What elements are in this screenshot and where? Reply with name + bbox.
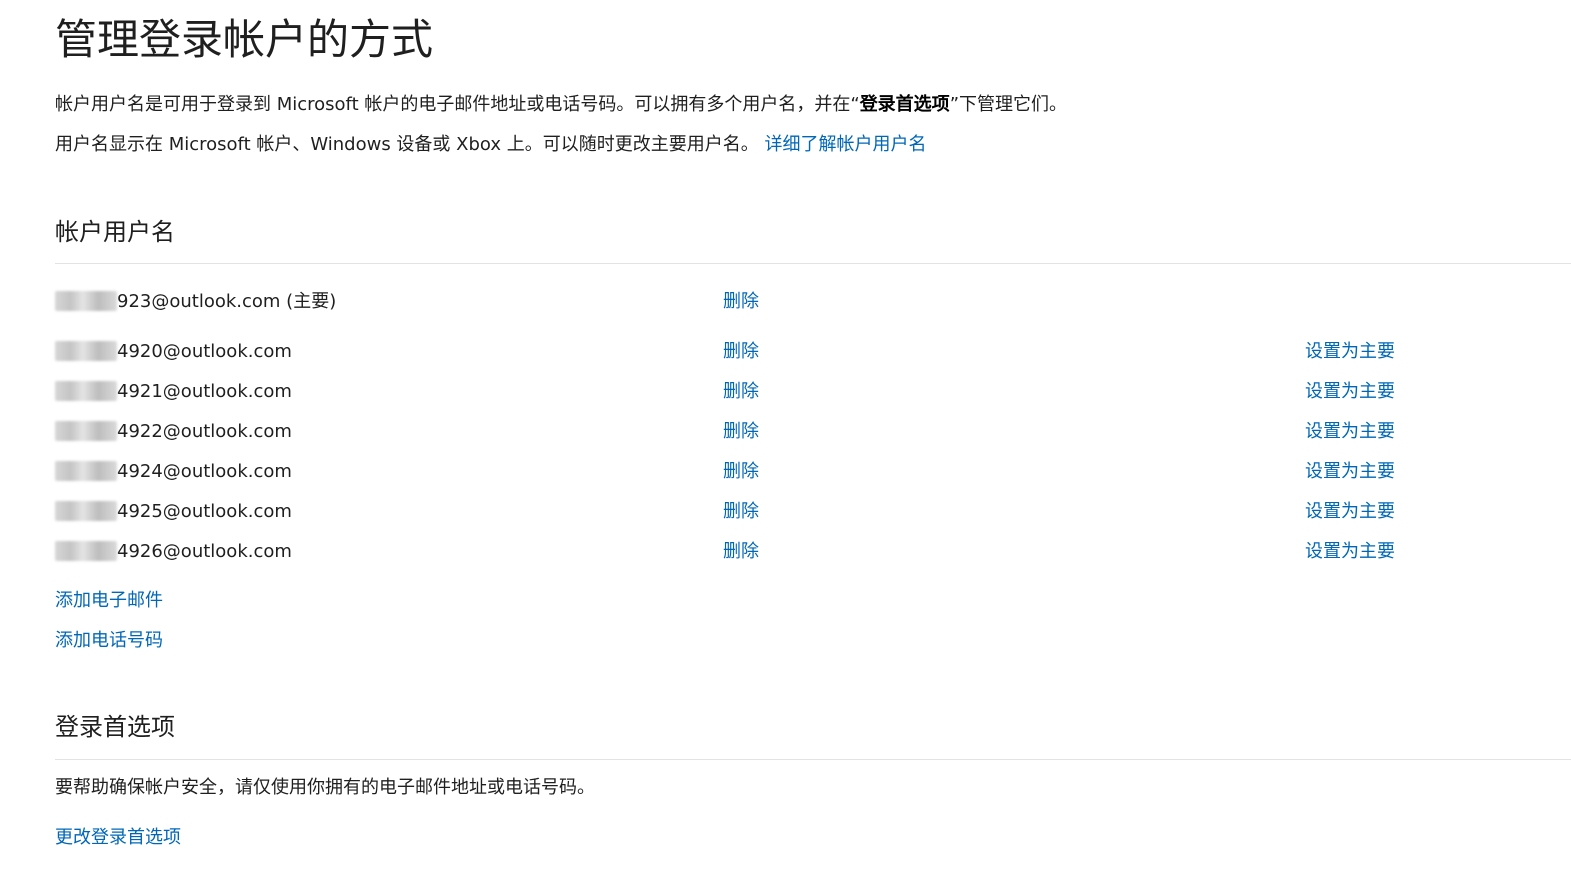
remove-alias-link[interactable]: 删除 (723, 538, 759, 566)
remove-alias-link[interactable]: 删除 (723, 338, 759, 366)
redacted-username-blur (55, 461, 117, 481)
account-aliases-page: 管理登录帐户的方式 帐户用户名是可用于登录到 Microsoft 帐户的电子邮件… (55, 0, 1571, 884)
redacted-username-blur (55, 501, 117, 521)
set-primary-link[interactable]: 设置为主要 (1305, 538, 1395, 566)
set-primary-link[interactable]: 设置为主要 (1305, 378, 1395, 406)
aliases-divider (55, 263, 1571, 264)
alias-name: 4920@outlook.com (55, 338, 292, 366)
learn-more-link[interactable]: 详细了解帐户用户名 (764, 134, 926, 155)
page-title: 管理登录帐户的方式 (55, 15, 434, 64)
intro-1-text-before: 帐户用户名是可用于登录到 Microsoft 帐户的电子邮件地址或电话号码。可以… (55, 94, 860, 115)
redacted-username-blur (55, 541, 117, 561)
aliases-section-title: 帐户用户名 (55, 218, 175, 246)
alias-name-text: 4922@outlook.com (117, 421, 292, 442)
redacted-username-blur (55, 291, 117, 311)
alias-row: 4922@outlook.com 删除 设置为主要 (55, 418, 1571, 446)
alias-row: 4921@outlook.com 删除 设置为主要 (55, 378, 1571, 406)
alias-name-text: 4926@outlook.com (117, 541, 292, 562)
intro-1-text-after: ”下管理它们。 (949, 94, 1068, 115)
set-primary-link[interactable]: 设置为主要 (1305, 498, 1395, 526)
intro-paragraph-2: 用户名显示在 Microsoft 帐户、Windows 设备或 Xbox 上。可… (55, 132, 926, 158)
remove-alias-link[interactable]: 删除 (723, 288, 759, 316)
redacted-username-blur (55, 341, 117, 361)
alias-name-text: 923@outlook.com (主要) (117, 291, 337, 312)
alias-name-text: 4924@outlook.com (117, 461, 292, 482)
remove-alias-link[interactable]: 删除 (723, 378, 759, 406)
alias-row: 923@outlook.com (主要) 删除 (55, 288, 1571, 316)
set-primary-link[interactable]: 设置为主要 (1305, 458, 1395, 486)
alias-name-text: 4920@outlook.com (117, 341, 292, 362)
preferences-description: 要帮助确保帐户安全，请仅使用你拥有的电子邮件地址或电话号码。 (55, 777, 595, 798)
remove-alias-link[interactable]: 删除 (723, 418, 759, 446)
preferences-divider (55, 759, 1571, 760)
alias-row: 4925@outlook.com 删除 设置为主要 (55, 498, 1571, 526)
alias-name-text: 4921@outlook.com (117, 381, 292, 402)
redacted-username-blur (55, 421, 117, 441)
set-primary-link[interactable]: 设置为主要 (1305, 338, 1395, 366)
change-preferences-link[interactable]: 更改登录首选项 (55, 824, 181, 852)
intro-paragraph-1: 帐户用户名是可用于登录到 Microsoft 帐户的电子邮件地址或电话号码。可以… (55, 92, 1067, 118)
alias-name: 4921@outlook.com (55, 378, 292, 406)
intro-2-text: 用户名显示在 Microsoft 帐户、Windows 设备或 Xbox 上。可… (55, 134, 759, 155)
remove-alias-link[interactable]: 删除 (723, 458, 759, 486)
remove-alias-link[interactable]: 删除 (723, 498, 759, 526)
alias-row: 4920@outlook.com 删除 设置为主要 (55, 338, 1571, 366)
intro-1-bold: 登录首选项 (859, 94, 950, 115)
add-email-link[interactable]: 添加电子邮件 (55, 587, 163, 615)
set-primary-link[interactable]: 设置为主要 (1305, 418, 1395, 446)
alias-row: 4926@outlook.com 删除 设置为主要 (55, 538, 1571, 566)
redacted-username-blur (55, 381, 117, 401)
add-phone-link[interactable]: 添加电话号码 (55, 627, 163, 655)
alias-name-text: 4925@outlook.com (117, 501, 292, 522)
preferences-section-title: 登录首选项 (55, 713, 175, 741)
alias-name: 4926@outlook.com (55, 538, 292, 566)
alias-name: 4922@outlook.com (55, 418, 292, 446)
alias-name: 923@outlook.com (主要) (55, 288, 336, 316)
alias-name: 4924@outlook.com (55, 458, 292, 486)
alias-name: 4925@outlook.com (55, 498, 292, 526)
alias-row: 4924@outlook.com 删除 设置为主要 (55, 458, 1571, 486)
